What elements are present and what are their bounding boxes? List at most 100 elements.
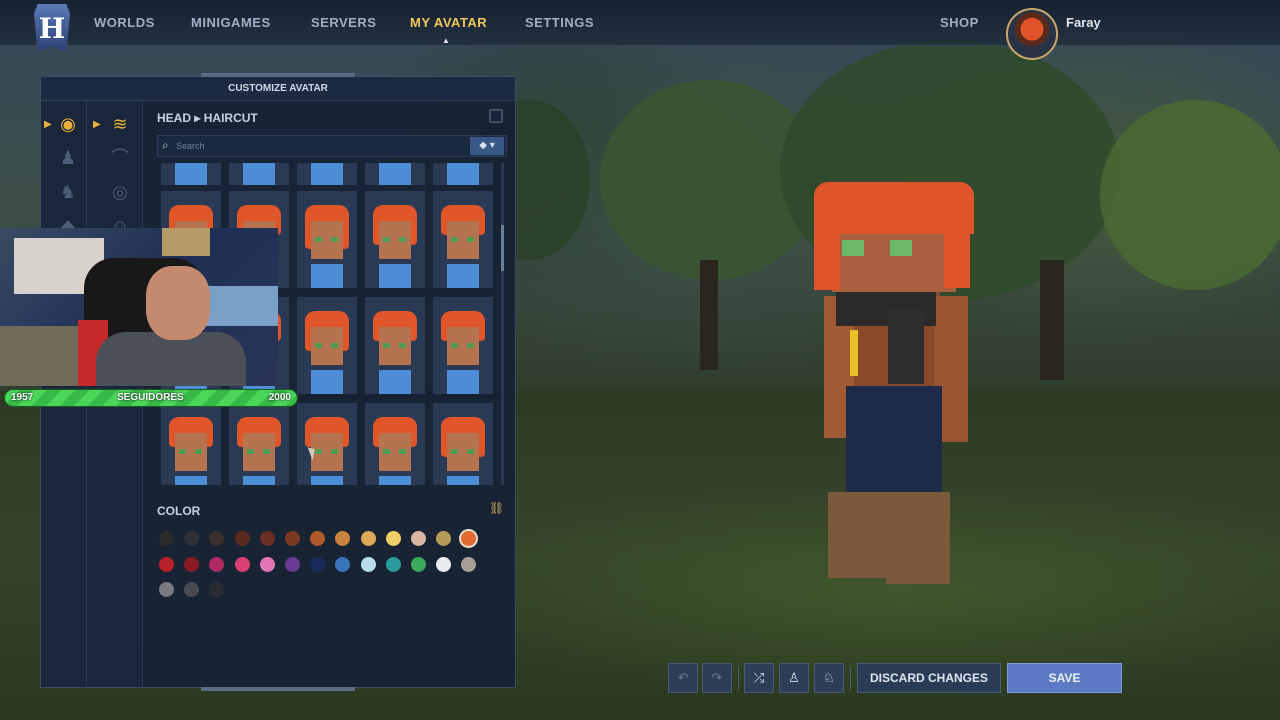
animation-icon: ♘ (823, 670, 835, 685)
character-hair (814, 182, 974, 234)
lock-icon[interactable] (489, 109, 503, 123)
save-button[interactable]: SAVE (1007, 663, 1122, 693)
haircut-tile[interactable] (433, 163, 493, 185)
undo-button[interactable]: ↶ (668, 663, 698, 693)
redo-button[interactable]: ↷ (702, 663, 732, 693)
color-swatch[interactable] (436, 556, 452, 572)
tree-trunk (700, 260, 718, 370)
color-swatch[interactable] (209, 531, 225, 546)
haircut-tile[interactable] (161, 403, 221, 485)
haircut-tile[interactable] (297, 163, 357, 185)
haircut-tile[interactable] (365, 297, 425, 394)
tree (1100, 100, 1280, 290)
color-swatch[interactable] (184, 582, 200, 597)
color-swatch[interactable] (285, 531, 300, 546)
followers-label: SEGUIDORES (117, 392, 184, 403)
color-swatch[interactable] (385, 556, 401, 572)
breadcrumb-category[interactable]: HEAD (157, 111, 191, 125)
color-swatch[interactable] (159, 531, 174, 546)
color-swatch[interactable] (259, 556, 275, 572)
grid-scrollbar[interactable] (501, 163, 504, 485)
color-swatch[interactable] (310, 556, 326, 572)
outfit-category-icon[interactable]: ♞ (55, 179, 81, 205)
character-left-boot (828, 492, 890, 578)
color-swatch[interactable] (385, 531, 401, 546)
body-category-icon[interactable]: ♟ (55, 145, 81, 171)
breadcrumb-separator-icon: ▸ (194, 111, 201, 125)
character-right-eye (890, 240, 912, 256)
nav-worlds[interactable]: WORLDS (94, 15, 155, 30)
haircut-tile[interactable] (297, 297, 357, 394)
haircut-tile[interactable] (433, 191, 493, 288)
link-icon[interactable]: ⛓ (489, 501, 504, 515)
color-swatch[interactable] (285, 556, 300, 572)
color-swatch[interactable] (360, 556, 376, 572)
color-swatch[interactable] (360, 531, 376, 546)
color-swatch[interactable] (310, 531, 326, 546)
haircut-tile[interactable] (161, 163, 221, 185)
color-swatch[interactable] (411, 531, 426, 546)
active-tab-caret-icon: ▲ (442, 36, 450, 45)
color-swatch[interactable] (461, 531, 477, 546)
game-logo[interactable]: H (34, 4, 70, 52)
search-bar: ⌕ ◆ ▾ (157, 135, 507, 157)
color-swatch[interactable] (209, 582, 225, 597)
haircut-tile[interactable] (365, 163, 425, 185)
breadcrumb-subcategory: HAIRCUT (203, 111, 258, 125)
redo-icon: ↷ (711, 670, 723, 685)
haircut-icon[interactable]: ≋ (107, 111, 133, 137)
panel-bottom-handle (201, 687, 355, 691)
filter-button[interactable]: ◆ ▾ (470, 137, 504, 155)
user-avatar[interactable] (1006, 8, 1058, 60)
pose-button[interactable]: ♙ (779, 663, 809, 693)
undo-icon: ↶ (677, 670, 689, 685)
nav-servers[interactable]: SERVERS (311, 15, 376, 30)
eyebrows-icon[interactable]: ⌒ (107, 145, 133, 171)
webcam-person-head (146, 266, 210, 340)
color-swatch[interactable] (259, 531, 275, 546)
discard-changes-button[interactable]: DISCARD CHANGES (857, 663, 1001, 693)
haircut-tile[interactable] (229, 163, 289, 185)
color-swatch[interactable] (209, 556, 225, 572)
pose-icon: ♙ (788, 670, 800, 685)
color-swatch[interactable] (184, 556, 200, 572)
haircut-tile[interactable] (365, 403, 425, 485)
webcam-overlay (0, 228, 278, 386)
subcategory-arrow-icon: ▶ (93, 119, 101, 130)
followers-current: 1957 (11, 392, 34, 403)
color-section-label: COLOR (157, 504, 201, 518)
breadcrumb: HEAD ▸ HAIRCUT (157, 111, 258, 125)
nav-my-avatar[interactable]: MY AVATAR (410, 15, 487, 30)
character-pants (846, 386, 942, 496)
color-swatch[interactable] (411, 556, 426, 572)
top-navigation: H WORLDS MINIGAMES SERVERS MY AVATAR ▲ S… (0, 0, 1280, 60)
nav-settings[interactable]: SETTINGS (525, 15, 594, 30)
haircut-tile[interactable] (433, 403, 493, 485)
haircut-tile[interactable] (365, 191, 425, 288)
color-swatch[interactable] (159, 556, 174, 572)
haircut-tile[interactable] (297, 403, 357, 485)
grid-scrollbar-thumb[interactable] (501, 225, 504, 271)
haircut-tile[interactable] (229, 403, 289, 485)
nav-minigames[interactable]: MINIGAMES (191, 15, 271, 30)
color-swatch[interactable] (184, 531, 200, 546)
character-right-boot (886, 492, 950, 584)
color-swatch[interactable] (335, 556, 351, 572)
color-swatch[interactable] (234, 556, 250, 572)
haircut-tile[interactable] (433, 297, 493, 394)
shuffle-icon: ⤮ (753, 670, 765, 685)
nav-shop[interactable]: SHOP (940, 15, 979, 30)
color-swatch[interactable] (461, 556, 477, 572)
head-category-icon[interactable]: ◉ (55, 111, 81, 137)
haircut-tile[interactable] (297, 191, 357, 288)
user-name[interactable]: Faray (1066, 15, 1101, 30)
webcam-sofa (0, 326, 90, 386)
search-input[interactable] (176, 138, 466, 154)
animation-button[interactable]: ♘ (814, 663, 844, 693)
randomize-button[interactable]: ⤮ (744, 663, 774, 693)
eyes-icon[interactable]: ◎ (107, 179, 133, 205)
color-swatch[interactable] (436, 531, 452, 546)
color-swatch[interactable] (335, 531, 351, 546)
color-swatch[interactable] (234, 531, 250, 546)
color-swatch[interactable] (159, 582, 174, 597)
